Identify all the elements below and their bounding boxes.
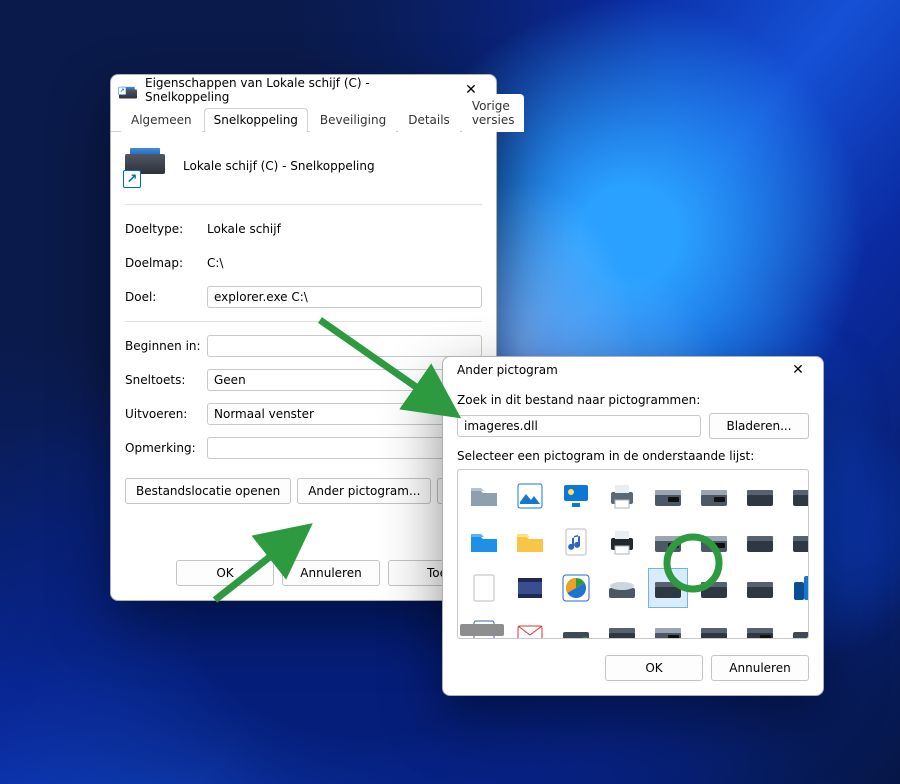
doeltype-value: Lokale schijf	[207, 222, 482, 236]
icon-drive-generic[interactable]	[740, 476, 780, 516]
tab-details[interactable]: Details	[398, 108, 460, 132]
doelmap-value: C:\	[207, 256, 482, 270]
doeltype-label: Doeltype:	[125, 222, 203, 236]
icon-list[interactable]	[457, 469, 809, 639]
change-icon-titlebar: Ander pictogram ✕	[443, 357, 823, 383]
icon-drive-network[interactable]	[786, 476, 809, 516]
doel-label: Doel:	[125, 290, 203, 304]
doelmap-label: Doelmap:	[125, 256, 203, 270]
change-icon-dialog: Ander pictogram ✕ Zoek in dit bestand na…	[442, 356, 824, 696]
properties-body: ↗ Lokale schijf (C) - Snelkoppeling Doel…	[111, 132, 496, 550]
icon-printer[interactable]	[602, 476, 642, 516]
opmerking-input[interactable]	[207, 437, 482, 459]
change-icon-title: Ander pictogram	[451, 363, 775, 377]
properties-footer: OK Annuleren Toe	[111, 550, 496, 600]
uitvoeren-label: Uitvoeren:	[125, 407, 203, 421]
tab-vorige-versies[interactable]: Vorige versies	[462, 94, 525, 132]
cancel-button[interactable]: Annuleren	[711, 655, 809, 681]
beginnen-input[interactable]	[207, 335, 482, 357]
icon-file-music[interactable]	[556, 522, 596, 562]
icon-file-blank[interactable]	[464, 568, 504, 608]
lookin-label: Zoek in dit bestand naar pictogrammen:	[457, 393, 809, 407]
icon-monitor-pic[interactable]	[556, 476, 596, 516]
close-button[interactable]: ✕	[781, 357, 815, 383]
open-file-location-button[interactable]: Bestandslocatie openen	[125, 478, 291, 504]
browse-button[interactable]: Bladeren...	[709, 413, 809, 439]
icon-drive-hd2[interactable]	[740, 568, 780, 608]
separator	[125, 204, 482, 205]
icon-folder-yellow[interactable]	[510, 522, 550, 562]
opmerking-label: Opmerking:	[125, 441, 203, 455]
icon-drive-open[interactable]	[602, 568, 642, 608]
icon-drive-dvd[interactable]	[648, 476, 688, 516]
shortcut-name: Lokale schijf (C) - Snelkoppeling	[183, 159, 375, 173]
sneltoets-label: Sneltoets:	[125, 373, 203, 387]
beginnen-label: Beginnen in:	[125, 339, 203, 353]
icon-drive-dark[interactable]	[648, 568, 688, 608]
shortcut-large-icon: ↗	[125, 146, 165, 186]
icon-folder-gray[interactable]	[464, 476, 504, 516]
change-icon-footer: OK Annuleren	[443, 645, 823, 695]
icon-picture[interactable]	[510, 476, 550, 516]
properties-titlebar: ↗ Eigenschappen van Lokale schijf (C) - …	[111, 75, 496, 105]
icon-list-scrollbar[interactable]	[460, 624, 806, 636]
icon-drive-cd[interactable]	[648, 522, 688, 562]
sneltoets-input[interactable]: Geen	[207, 369, 482, 391]
icon-drive-dvdrw[interactable]	[694, 476, 734, 516]
properties-title: Eigenschappen van Lokale schijf (C) - Sn…	[143, 76, 448, 104]
tab-algemeen[interactable]: Algemeen	[121, 108, 202, 132]
icon-drive-bd[interactable]	[740, 522, 780, 562]
change-icon-body: Zoek in dit bestand naar pictogrammen: i…	[443, 383, 823, 645]
separator	[125, 321, 482, 322]
properties-dialog: ↗ Eigenschappen van Lokale schijf (C) - …	[110, 74, 497, 601]
icon-path-input[interactable]: imageres.dll	[457, 415, 701, 437]
ok-button[interactable]: OK	[176, 560, 274, 586]
tab-snelkoppeling[interactable]: Snelkoppeling	[204, 108, 308, 132]
ok-button[interactable]: OK	[605, 655, 703, 681]
icon-chart-pie[interactable]	[556, 568, 596, 608]
icon-drive-usb[interactable]	[786, 522, 809, 562]
icon-drive-hd[interactable]	[694, 568, 734, 608]
icon-phone-tablet[interactable]	[786, 568, 809, 608]
doel-input[interactable]: explorer.exe C:\	[207, 286, 482, 308]
icon-film[interactable]	[510, 568, 550, 608]
window-icon: ↗	[119, 86, 127, 94]
select-icon-label: Selecteer een pictogram in de onderstaan…	[457, 449, 809, 463]
icon-printer-black[interactable]	[602, 522, 642, 562]
change-icon-button[interactable]: Ander pictogram...	[297, 478, 431, 504]
uitvoeren-combo[interactable]: Normaal venster	[207, 403, 482, 425]
tab-beveiliging[interactable]: Beveiliging	[310, 108, 396, 132]
properties-tabs: AlgemeenSnelkoppelingBeveiligingDetailsV…	[111, 105, 496, 132]
icon-drive-cdr[interactable]	[694, 522, 734, 562]
cancel-button[interactable]: Annuleren	[282, 560, 380, 586]
icon-folder-blue[interactable]	[464, 522, 504, 562]
